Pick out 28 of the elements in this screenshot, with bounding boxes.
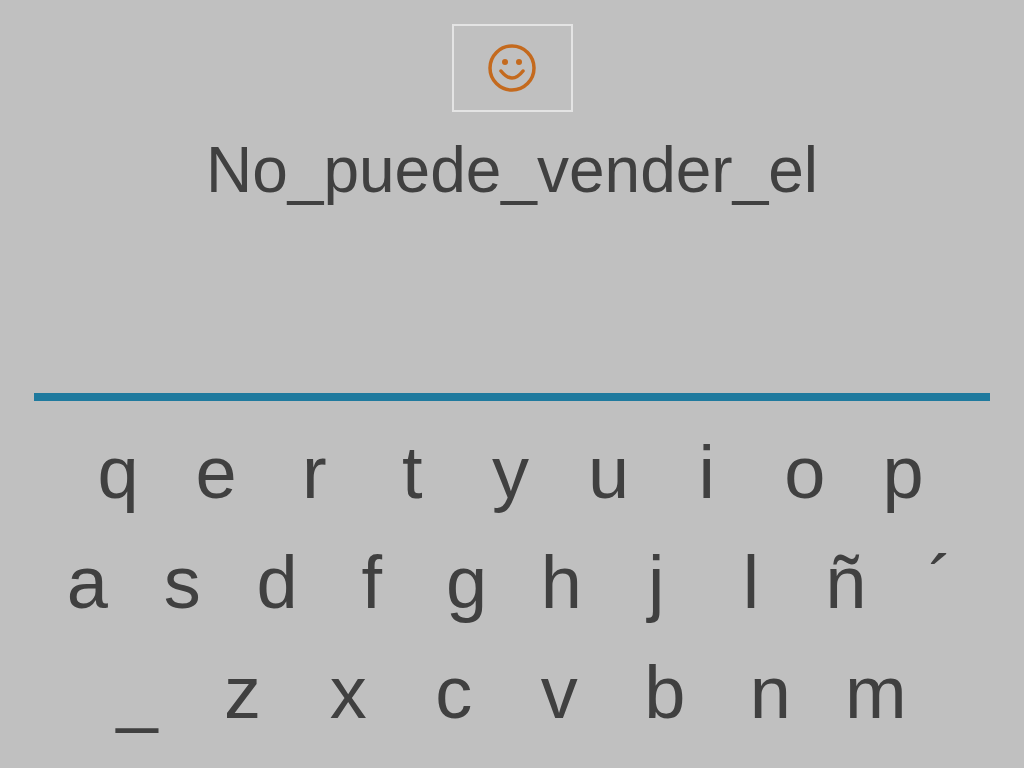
letter-key[interactable]: t xyxy=(364,423,461,523)
letter-key[interactable]: u xyxy=(560,423,657,523)
letter-key[interactable]: r xyxy=(266,423,363,523)
letter-key[interactable]: ´ xyxy=(893,533,988,633)
letter-key[interactable]: j xyxy=(608,533,704,633)
letter-key[interactable]: i xyxy=(658,423,755,523)
letter-key[interactable]: l xyxy=(703,533,799,633)
letter-key[interactable]: s xyxy=(134,533,230,633)
letter-key[interactable]: z xyxy=(194,643,291,743)
letter-key[interactable]: ñ xyxy=(798,533,894,633)
letter-key[interactable]: p xyxy=(855,423,951,523)
letter-key[interactable]: o xyxy=(756,423,853,523)
letter-key[interactable]: _ xyxy=(89,643,185,743)
letter-key[interactable]: f xyxy=(324,533,420,633)
letter-key[interactable]: g xyxy=(419,533,514,633)
letter-key[interactable]: c xyxy=(405,643,502,743)
letter-key[interactable]: n xyxy=(722,643,819,743)
letter-key[interactable]: m xyxy=(827,643,924,743)
letter-key[interactable]: h xyxy=(514,533,609,633)
letter-key[interactable]: q xyxy=(70,423,166,523)
letter-key[interactable]: x xyxy=(300,643,397,743)
smiley-icon xyxy=(487,43,537,93)
letter-key[interactable]: d xyxy=(229,533,325,633)
letter-key[interactable]: b xyxy=(616,643,713,743)
letter-key[interactable]: e xyxy=(168,423,265,523)
letter-key[interactable]: y xyxy=(462,423,559,523)
letter-key[interactable]: a xyxy=(40,533,135,633)
letter-key[interactable]: v xyxy=(511,643,608,743)
